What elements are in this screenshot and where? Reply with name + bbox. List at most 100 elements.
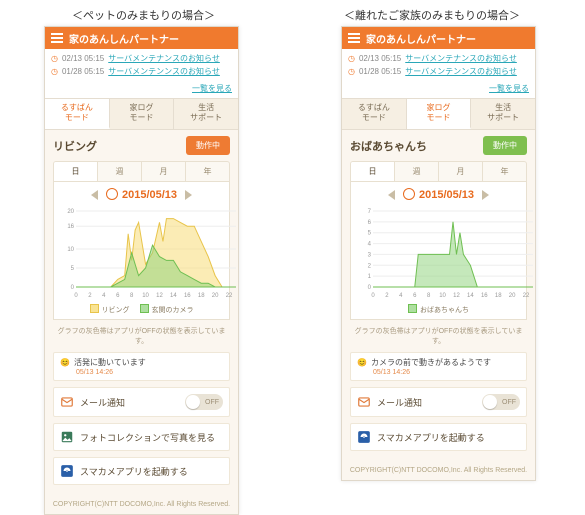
room-name: おばあちゃんち	[350, 138, 427, 154]
notice-list: ◷02/13 05:15サーバメンテナンスのお知らせ ◷01/28 05:15サ…	[45, 49, 238, 81]
app-header: 家のあんしんパートナー	[342, 27, 535, 49]
notice-list: ◷02/13 05:15サーバメンテナンスのお知らせ ◷01/28 05:15サ…	[342, 49, 535, 81]
row-smacame[interactable]: スマカメアプリを起動する	[350, 423, 527, 451]
tab-ielog[interactable]: 家ログ モード	[110, 99, 175, 129]
clock-icon: ◷	[348, 52, 355, 65]
mail-toggle[interactable]: OFF	[482, 394, 520, 410]
smacame-icon	[357, 430, 371, 444]
caption-left: ＜ペットのみまもりの場合＞	[72, 7, 215, 23]
svg-text:10: 10	[439, 293, 446, 299]
svg-text:8: 8	[130, 293, 134, 299]
menu-icon[interactable]	[51, 33, 63, 43]
chart-legend: おばあちゃんち	[355, 304, 522, 315]
record-button[interactable]: 動作中	[483, 136, 527, 155]
row-smacame[interactable]: スマカメアプリを起動する	[53, 457, 230, 485]
chart-note: グラフの灰色帯はアプリがOFFの状態を表示しています。	[350, 326, 527, 346]
notice-item[interactable]: ◷02/13 05:15サーバメンテナンスのお知らせ	[51, 52, 232, 65]
status-card: 😊カメラの前で動きがあるようです 05/13 14:26	[350, 352, 527, 381]
ptab-week[interactable]: 週	[395, 162, 439, 181]
notice-item[interactable]: ◷01/28 05:15サーバメンテンンスのお知らせ	[348, 65, 529, 78]
ptab-year[interactable]: 年	[186, 162, 229, 181]
svg-text:12: 12	[453, 293, 460, 299]
svg-text:4: 4	[368, 242, 372, 248]
svg-text:3: 3	[368, 252, 372, 258]
row-mail-notify[interactable]: メール通知 OFF	[53, 387, 230, 417]
row-mail-notify[interactable]: メール通知 OFF	[350, 387, 527, 417]
phone-left: 家のあんしんパートナー ◷02/13 05:15サーバメンテナンスのお知らせ ◷…	[44, 26, 239, 515]
smile-icon: 😊	[357, 358, 367, 367]
svg-text:12: 12	[156, 293, 163, 299]
ptab-month[interactable]: 月	[142, 162, 186, 181]
app-title: 家のあんしんパートナー	[69, 31, 179, 46]
status-card: 😊活発に動いています 05/13 14:26	[53, 352, 230, 381]
activity-chart: 012345670246810121416182022	[357, 207, 537, 299]
prev-day-button[interactable]	[91, 190, 98, 200]
svg-text:10: 10	[67, 247, 74, 253]
svg-text:10: 10	[142, 293, 149, 299]
svg-text:16: 16	[481, 293, 488, 299]
row-photo-collection[interactable]: フォトコレクションで写真を見る	[53, 423, 230, 451]
svg-text:2: 2	[88, 293, 92, 299]
chart-card: 2015/05/13 051016200246810121416182022 リ…	[53, 182, 230, 320]
chart-note: グラフの灰色帯はアプリがOFFの状態を表示しています。	[53, 326, 230, 346]
svg-text:16: 16	[67, 224, 74, 230]
caption-right: ＜離れたご家族のみまもりの場合＞	[344, 7, 520, 23]
prev-day-button[interactable]	[388, 190, 395, 200]
tab-seikatsu[interactable]: 生活 サポート	[174, 99, 238, 129]
ptab-year[interactable]: 年	[483, 162, 526, 181]
tab-rusuban[interactable]: るすばん モード	[342, 99, 407, 129]
svg-text:20: 20	[509, 293, 516, 299]
app-title: 家のあんしんパートナー	[366, 31, 476, 46]
room-name: リビング	[53, 138, 97, 154]
notice-all-link[interactable]: 一覧を見る	[489, 84, 529, 93]
period-tabs: 日 週 月 年	[350, 161, 527, 182]
ptab-month[interactable]: 月	[439, 162, 483, 181]
notice-item[interactable]: ◷02/13 05:15サーバメンテナンスのお知らせ	[348, 52, 529, 65]
ptab-week[interactable]: 週	[98, 162, 142, 181]
activity-chart: 051016200246810121416182022	[60, 207, 240, 299]
svg-text:16: 16	[184, 293, 191, 299]
svg-text:2: 2	[368, 263, 372, 269]
svg-text:2: 2	[385, 293, 389, 299]
record-button[interactable]: 動作中	[186, 136, 230, 155]
svg-text:20: 20	[67, 209, 74, 215]
next-day-button[interactable]	[482, 190, 489, 200]
notice-all-link[interactable]: 一覧を見る	[192, 84, 232, 93]
svg-text:5: 5	[71, 266, 75, 272]
clock-icon: ◷	[51, 65, 58, 78]
photo-icon	[60, 430, 74, 444]
notice-item[interactable]: ◷01/28 05:15サーバメンテンンスのお知らせ	[51, 65, 232, 78]
tab-rusuban[interactable]: るすばん モード	[45, 99, 110, 129]
copyright: COPYRIGHT(C)NTT DOCOMO,Inc. All Rights R…	[45, 491, 238, 514]
svg-text:22: 22	[226, 293, 233, 299]
svg-text:20: 20	[212, 293, 219, 299]
svg-text:0: 0	[71, 285, 75, 291]
ptab-day[interactable]: 日	[351, 162, 395, 181]
smacame-icon	[60, 464, 74, 478]
menu-icon[interactable]	[348, 33, 360, 43]
svg-text:6: 6	[368, 220, 372, 226]
svg-text:0: 0	[368, 285, 372, 291]
svg-text:6: 6	[413, 293, 417, 299]
smile-icon: 😊	[60, 358, 70, 367]
svg-text:6: 6	[116, 293, 120, 299]
chart-date: 2015/05/13	[106, 188, 177, 201]
chart-card: 2015/05/13 012345670246810121416182022 お…	[350, 182, 527, 320]
next-day-button[interactable]	[185, 190, 192, 200]
svg-text:18: 18	[198, 293, 205, 299]
ptab-day[interactable]: 日	[54, 162, 98, 181]
mail-icon	[357, 395, 371, 409]
mail-icon	[60, 395, 74, 409]
svg-text:22: 22	[523, 293, 530, 299]
tab-seikatsu[interactable]: 生活 サポート	[471, 99, 535, 129]
svg-text:8: 8	[427, 293, 431, 299]
mail-toggle[interactable]: OFF	[185, 394, 223, 410]
tab-ielog[interactable]: 家ログ モード	[407, 99, 472, 129]
svg-text:14: 14	[170, 293, 177, 299]
svg-text:18: 18	[495, 293, 502, 299]
main-tabs: るすばん モード 家ログ モード 生活 サポート	[342, 98, 535, 130]
svg-text:0: 0	[74, 293, 78, 299]
chart-legend: リビング 玄関のカメラ	[58, 304, 225, 315]
svg-text:1: 1	[368, 274, 372, 280]
svg-text:0: 0	[371, 293, 375, 299]
